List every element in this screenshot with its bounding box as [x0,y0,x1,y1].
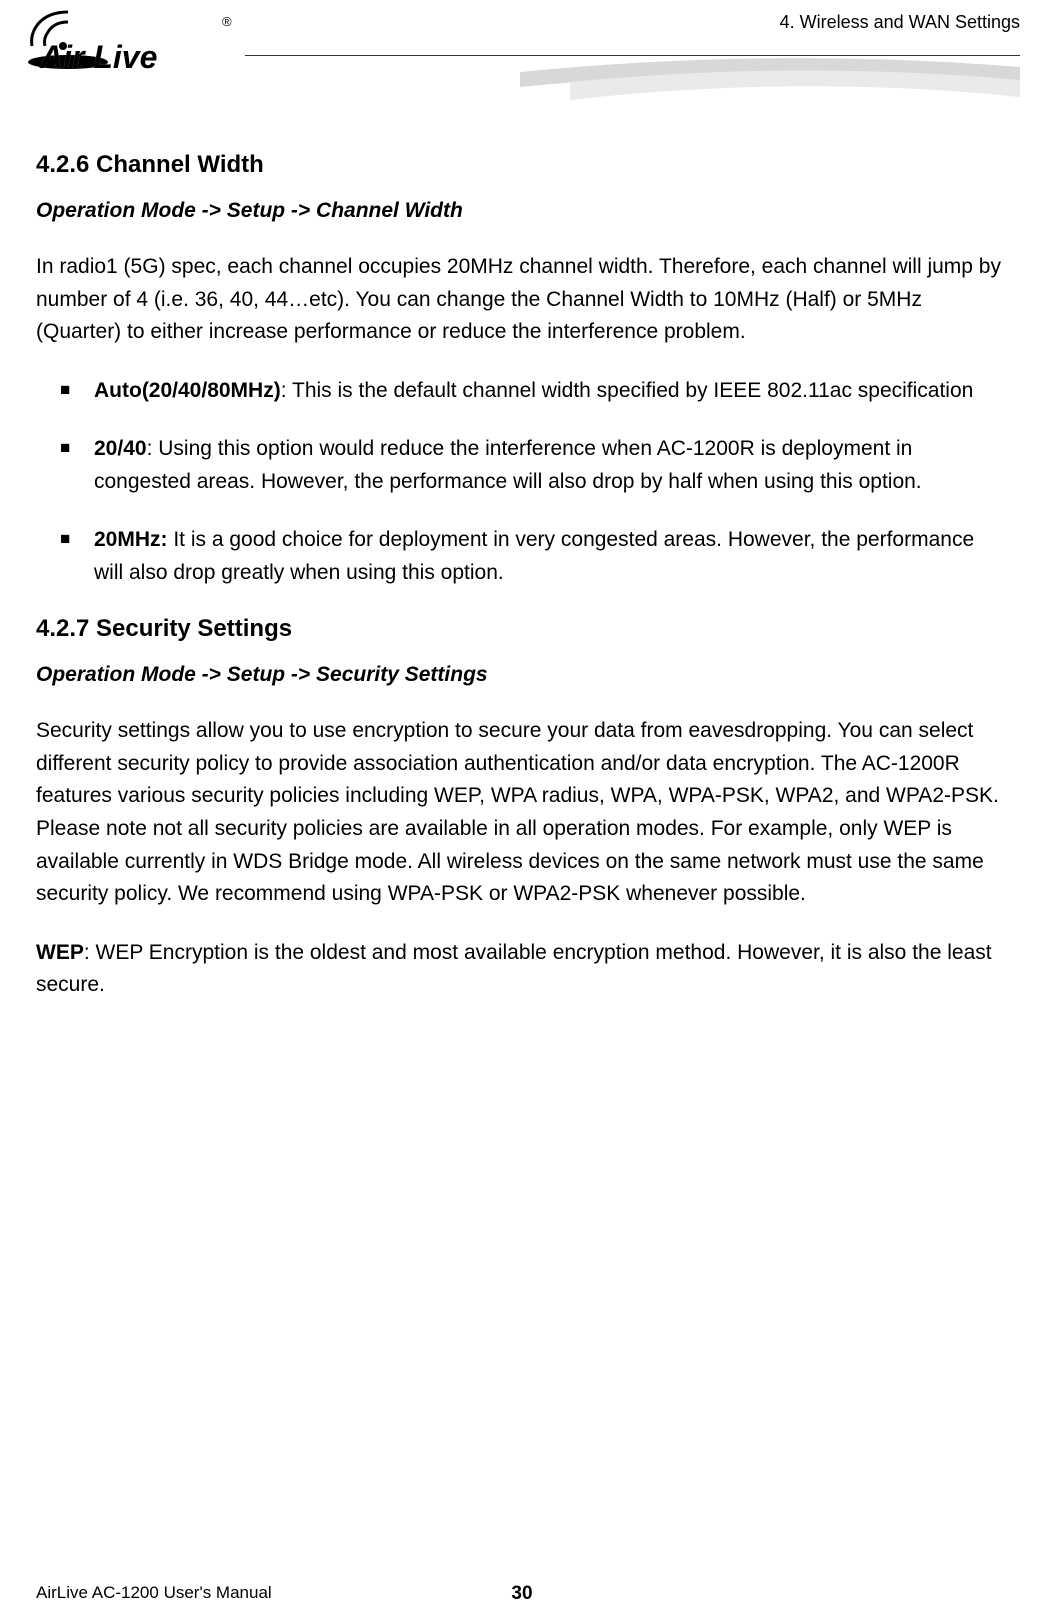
option-text: : This is the default channel width spec… [281,379,974,402]
option-label: 20/40 [94,437,147,460]
option-label: Auto(20/40/80MHz) [94,379,281,402]
wep-text: : WEP Encryption is the oldest and most … [36,941,992,997]
page-content: 4.2.6 Channel Width Operation Mode -> Se… [0,115,1044,1002]
option-label: 20MHz: [94,528,168,551]
header-swoosh-icon [520,52,1020,102]
page-footer: AirLive AC-1200 User's Manual 30 [36,1583,1008,1603]
option-text: : Using this option would reduce the int… [94,437,922,493]
page-header: 4. Wireless and WAN Settings Air Live Ai… [0,0,1044,115]
intro-paragraph-channel-width: In radio1 (5G) spec, each channel occupi… [36,251,1008,349]
footer-manual-name: AirLive AC-1200 User's Manual [36,1583,272,1603]
logo: Air Live Air Live ® [18,4,238,84]
breadcrumb-security: Operation Mode -> Setup -> Security Sett… [36,663,1008,687]
list-item: 20/40: Using this option would reduce th… [58,433,1008,498]
breadcrumb-channel-width: Operation Mode -> Setup -> Channel Width [36,199,1008,223]
svg-text:®: ® [222,14,232,29]
wep-label: WEP [36,941,84,964]
section-heading-channel-width: 4.2.6 Channel Width [36,151,1008,179]
footer-page-number: 30 [511,1583,532,1605]
section-heading-security: 4.2.7 Security Settings [36,615,1008,643]
chapter-title: 4. Wireless and WAN Settings [780,12,1020,33]
wep-paragraph: WEP: WEP Encryption is the oldest and mo… [36,937,1008,1002]
list-item: 20MHz: It is a good choice for deploymen… [58,524,1008,589]
svg-text:Air Live: Air Live [39,39,157,75]
airlive-logo-icon: Air Live Air Live ® [18,4,238,79]
list-item: Auto(20/40/80MHz): This is the default c… [58,375,1008,408]
option-text: It is a good choice for deployment in ve… [94,528,974,584]
channel-width-options-list: Auto(20/40/80MHz): This is the default c… [36,375,1008,590]
security-paragraph: Security settings allow you to use encry… [36,715,1008,910]
